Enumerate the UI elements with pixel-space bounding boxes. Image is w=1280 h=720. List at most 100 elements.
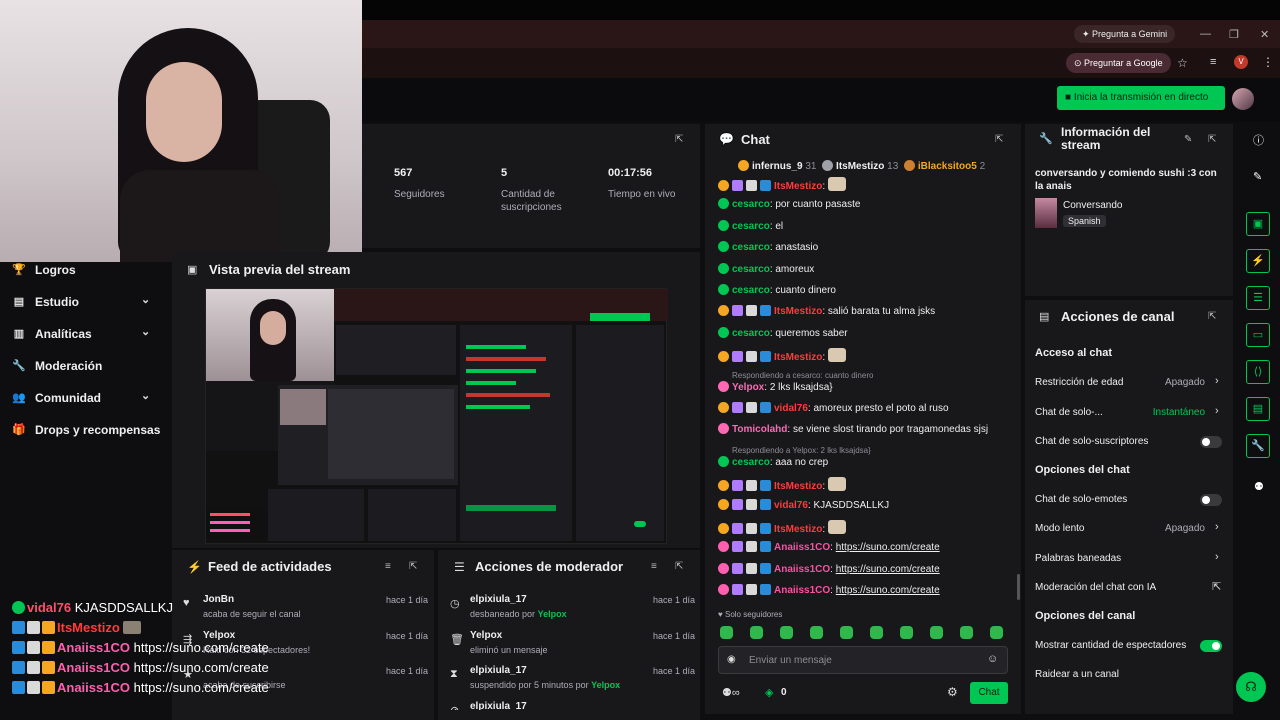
mod-item-name[interactable]: Yelpox: [470, 630, 502, 641]
leader-name[interactable]: infernus_9: [752, 161, 803, 172]
emoji-icon[interactable]: ☺: [987, 653, 998, 665]
chat-username[interactable]: ItsMestizo: [774, 306, 822, 317]
chat-username[interactable]: Anaiiss1CO: [774, 585, 830, 596]
emote-picker-item[interactable]: [930, 626, 943, 639]
gemini-button[interactable]: ✦ Pregunta a Gemini: [1074, 25, 1176, 43]
chat-username[interactable]: vidal76: [774, 500, 808, 511]
clip-icon[interactable]: ▣: [1246, 212, 1270, 236]
chevron-down-icon[interactable]: ⌄: [141, 389, 150, 402]
chat-username[interactable]: cesarco: [732, 264, 770, 275]
mod-by-user[interactable]: Yelpox: [538, 609, 567, 619]
chat-link[interactable]: https://suno.com/create: [836, 542, 940, 553]
emote-picker-item[interactable]: [780, 626, 793, 639]
chat-username[interactable]: cesarco: [732, 457, 770, 468]
popout-icon[interactable]: ⇱: [1208, 134, 1216, 145]
chat-username[interactable]: cesarco: [732, 221, 770, 232]
chevron-down-icon[interactable]: ⌄: [141, 325, 150, 338]
layout-icon[interactable]: ▤: [1246, 397, 1270, 421]
chat-username[interactable]: cesarco: [732, 242, 770, 253]
pencil-icon[interactable]: ✎: [1253, 170, 1262, 183]
community-rail-icon[interactable]: ⚉: [1254, 480, 1264, 493]
emote-picker-item[interactable]: [840, 626, 853, 639]
popout-icon[interactable]: ⇱: [995, 134, 1003, 145]
kick-community-icon[interactable]: ⚉∞: [722, 686, 740, 699]
kebab-menu-icon[interactable]: ⋮: [1262, 55, 1274, 69]
filter-icon[interactable]: ≡: [385, 561, 391, 572]
chat-username[interactable]: ItsMestizo: [774, 352, 822, 363]
code-icon[interactable]: ⟨⟩: [1246, 360, 1270, 384]
mod-by-user[interactable]: Yelpox: [591, 680, 620, 690]
chat-username[interactable]: Yelpox: [732, 382, 764, 393]
nav-item-drops-y-recompensas[interactable]: 🎁 Drops y recompensas: [0, 416, 170, 444]
chat-username[interactable]: ItsMestizo: [774, 524, 822, 535]
filter-icon[interactable]: ≡: [651, 561, 657, 572]
emote-picker-item[interactable]: [960, 626, 973, 639]
user-avatar[interactable]: [1232, 88, 1254, 110]
maximize-icon[interactable]: ❐: [1229, 28, 1239, 41]
nav-item-analíticas[interactable]: ▥ Analíticas ⌄: [0, 320, 170, 348]
setting-label[interactable]: Chat de solo-emotes: [1035, 494, 1127, 505]
nav-item-logros[interactable]: 🏆 Logros: [0, 256, 170, 284]
setting-label[interactable]: Raidear a un canal: [1035, 669, 1119, 680]
toggle-switch[interactable]: [1200, 493, 1222, 506]
chat-link[interactable]: https://suno.com/create: [836, 564, 940, 575]
chevron-right-icon[interactable]: ›: [1215, 551, 1219, 563]
chat-link[interactable]: https://suno.com/create: [836, 585, 940, 596]
chat-username[interactable]: ItsMestizo: [774, 181, 822, 192]
chat-input[interactable]: ◉ Enviar un mensaje ☺: [718, 646, 1008, 674]
chat-username[interactable]: ItsMestizo: [774, 481, 822, 492]
emote-picker-item[interactable]: [900, 626, 913, 639]
bolt-icon[interactable]: ⚡: [1246, 249, 1270, 273]
wrench-icon[interactable]: 🔧: [1246, 434, 1270, 458]
setting-label[interactable]: Modo lento: [1035, 523, 1084, 534]
setting-label[interactable]: Mostrar cantidad de espectadores: [1035, 640, 1186, 651]
minimize-icon[interactable]: —: [1200, 28, 1211, 40]
chat-username[interactable]: Anaiiss1CO: [774, 542, 830, 553]
chat-scrollbar[interactable]: [1017, 574, 1020, 600]
nav-item-moderación[interactable]: 🔧 Moderación: [0, 352, 170, 380]
popout-icon[interactable]: ⇱: [409, 561, 417, 572]
send-chat-button[interactable]: Chat: [970, 682, 1008, 704]
chat-username[interactable]: cesarco: [732, 199, 770, 210]
leader-name[interactable]: ItsMestizo: [836, 161, 884, 172]
profile-badge[interactable]: V: [1234, 55, 1248, 69]
chat-username[interactable]: Anaiiss1CO: [774, 564, 830, 575]
mod-item-name[interactable]: elpixiula_17: [470, 594, 527, 605]
chat-username[interactable]: cesarco: [732, 328, 770, 339]
list-icon[interactable]: ☰: [1246, 286, 1270, 310]
chat-rail-icon[interactable]: ▭: [1246, 323, 1270, 347]
star-icon[interactable]: ☆: [1177, 56, 1188, 70]
chevron-right-icon[interactable]: ›: [1215, 375, 1219, 387]
emote-picker-item[interactable]: [870, 626, 883, 639]
stream-preview[interactable]: [205, 288, 668, 544]
go-live-button[interactable]: ■ Inicia la transmisión en directo: [1057, 86, 1225, 110]
chat-settings-icon[interactable]: ⚙: [947, 685, 958, 699]
close-icon[interactable]: ✕: [1260, 28, 1269, 41]
popout-icon[interactable]: ⇱: [1208, 311, 1216, 322]
emote-picker-item[interactable]: [750, 626, 763, 639]
chevron-right-icon[interactable]: ›: [1215, 405, 1219, 417]
emote-picker-item[interactable]: [810, 626, 823, 639]
popout-icon[interactable]: ⇱: [675, 561, 683, 572]
edit-icon[interactable]: ✎: [1184, 134, 1192, 145]
emote-picker-item[interactable]: [990, 626, 1003, 639]
popout-icon[interactable]: ⇱: [675, 134, 683, 145]
setting-label[interactable]: Palabras baneadas: [1035, 553, 1121, 564]
chat-username[interactable]: cesarco: [732, 285, 770, 296]
chevron-right-icon[interactable]: ›: [1215, 521, 1219, 533]
setting-label[interactable]: Restricción de edad: [1035, 377, 1123, 388]
media-icon[interactable]: ≡: [1210, 56, 1216, 68]
info-icon[interactable]: ⓘ: [1253, 132, 1264, 148]
toggle-switch[interactable]: [1200, 639, 1222, 652]
toggle-switch[interactable]: [1200, 436, 1222, 448]
feed-item-name[interactable]: JonBn: [203, 594, 234, 605]
mod-item-name[interactable]: elpixiula_17: [470, 665, 527, 676]
leader-name[interactable]: iBlacksitoo5: [918, 161, 977, 172]
chevron-down-icon[interactable]: ⌄: [141, 293, 150, 306]
emote-picker-item[interactable]: [720, 626, 733, 639]
setting-label[interactable]: Chat de solo-suscriptores: [1035, 436, 1148, 447]
setting-label[interactable]: Moderación del chat con IA: [1035, 582, 1156, 593]
nav-item-estudio[interactable]: ▤ Estudio ⌄: [0, 288, 170, 316]
nav-item-comunidad[interactable]: 👥 Comunidad ⌄: [0, 384, 170, 412]
chat-username[interactable]: Tomicolahd: [732, 424, 787, 435]
